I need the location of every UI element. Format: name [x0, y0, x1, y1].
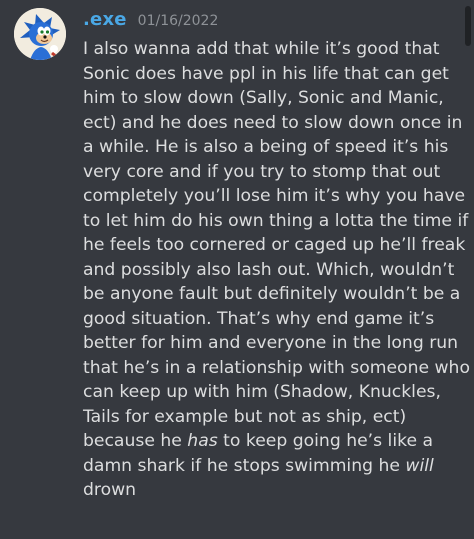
message-line: drown: [83, 480, 137, 500]
text-segment: because he: [83, 431, 188, 451]
text-segment: damn shark if he stops swimming he: [83, 455, 406, 476]
italic-text: has: [187, 431, 218, 451]
username[interactable]: .exe: [83, 9, 127, 30]
message-line: that he’s in a relationship with someone…: [83, 357, 470, 378]
message-line: Sonic does have ppl in his life that can…: [83, 63, 449, 84]
message-content: I also wanna add that while it’s good th…: [83, 37, 470, 503]
text-segment: to keep going he’s like a: [217, 431, 434, 451]
chat-message: .exe 01/16/2022 I also wanna add that wh…: [0, 0, 474, 539]
message-line: to let him do his own thing a lotta the …: [83, 210, 469, 231]
scrollbar[interactable]: [465, 6, 471, 46]
italic-text: will: [405, 455, 434, 476]
message-line: completely you’ll lose him it’s why you …: [83, 186, 466, 206]
message-line: be anyone fault but definitely wouldn’t …: [83, 284, 461, 304]
message-line: because he has to keep going he’s like a: [83, 429, 461, 454]
message-line: can keep up with him (Shadow, Knuckles,: [83, 382, 441, 402]
message-line: him to slow down (Sally, Sonic and Manic…: [83, 88, 444, 108]
message-header: .exe 01/16/2022: [83, 9, 218, 33]
timestamp: 01/16/2022: [137, 13, 219, 29]
message-line: Tails for example but not as ship, ect): [83, 406, 407, 427]
message-line: and possibly also lash out. Which, would…: [83, 259, 455, 280]
message-line: he feels too cornered or caged up he’ll …: [83, 235, 466, 255]
message-line: damn shark if he stops swimming he will: [83, 454, 461, 479]
message-line: good situation. That’s why end game it’s: [83, 308, 435, 329]
message-line: better for him and everyone in the long …: [83, 333, 459, 353]
message-line: very core and if you try to stomp that o…: [83, 161, 441, 182]
sonic-avatar-icon[interactable]: [14, 8, 66, 60]
message-line: a while. He is also a being of speed it’…: [83, 137, 449, 157]
message-line: ect) and he does need to slow down once …: [83, 112, 463, 133]
message-line: I also wanna add that while it’s good th…: [83, 39, 440, 59]
